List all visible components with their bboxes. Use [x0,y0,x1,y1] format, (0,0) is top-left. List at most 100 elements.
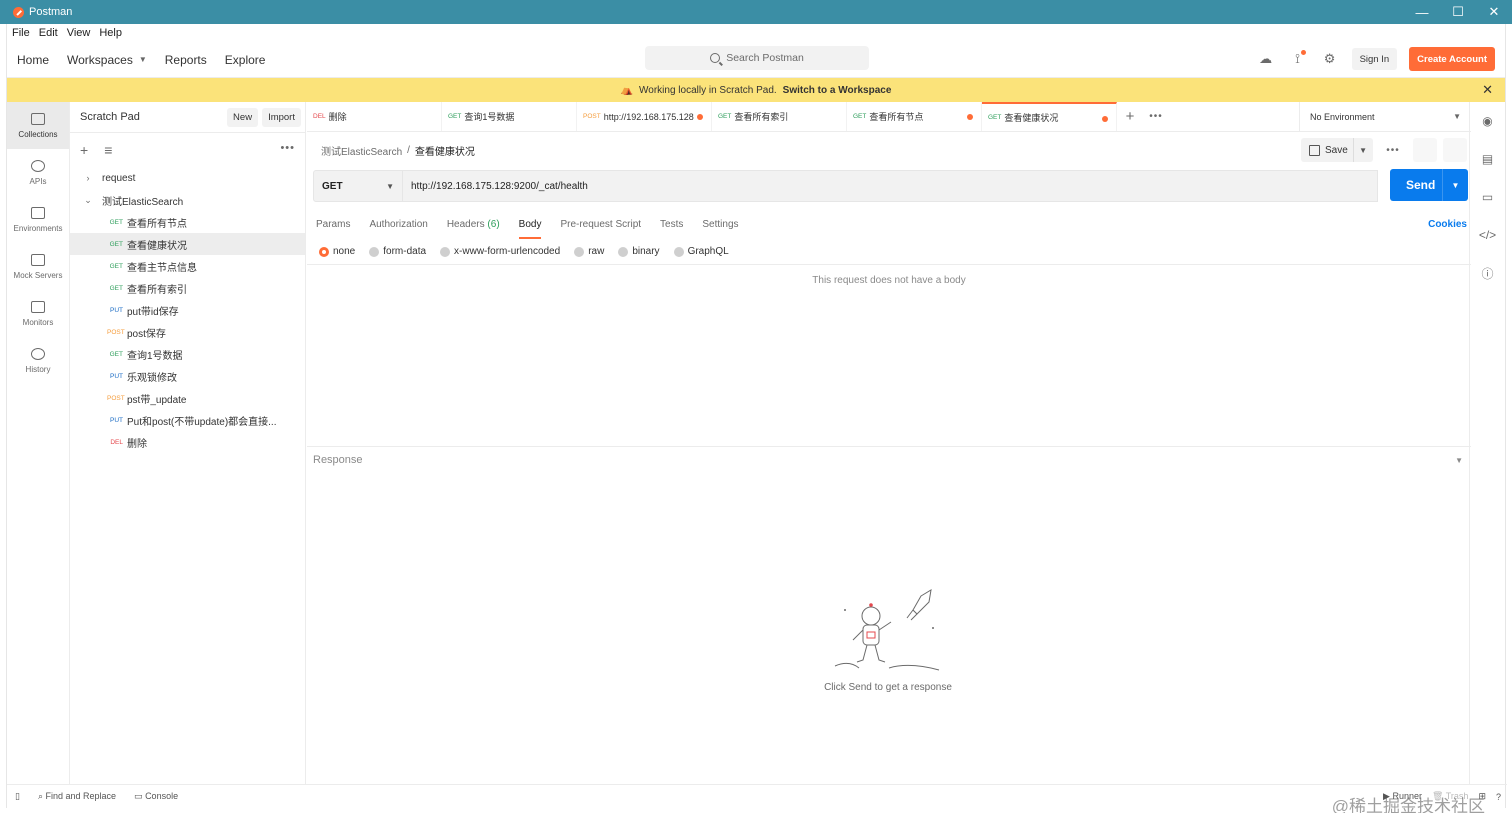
window-titlebar: Postman — ☐ ✕ [0,0,1512,24]
radio-form-data[interactable]: form-data [369,246,426,257]
toggle-sidebar-icon[interactable]: ▯ [15,791,20,802]
method-select[interactable]: GET ▼ [313,170,403,202]
cookies-link[interactable]: Cookies [1428,219,1467,230]
request-item[interactable]: GET 查看所有索引 [70,277,305,299]
comment-icon[interactable] [1443,138,1467,162]
tab-item-active[interactable]: GET 查看健康状况 [982,102,1117,131]
console-icon: ▭ [134,791,146,801]
collection-item[interactable]: › request [70,167,305,189]
find-replace-button[interactable]: ⌕ Find and Replace [38,791,116,802]
menu-edit[interactable]: Edit [39,27,58,39]
request-item[interactable]: PUT 乐观锁修改 [70,365,305,387]
left-rail: Collections APIs Environments Mock Serve… [7,102,70,784]
tab-headers-label: Headers [446,218,485,230]
menu-help[interactable]: Help [99,27,122,39]
menu-view[interactable]: View [67,27,91,39]
tab-body[interactable]: Body [518,219,541,239]
code-icon[interactable]: </> [1479,216,1496,254]
nav-explore[interactable]: Explore [225,53,266,67]
rail-history[interactable]: History [7,337,69,384]
send-label: Send [1406,178,1436,192]
console-button[interactable]: ▭ Console [134,791,178,802]
request-item[interactable]: DEL 删除 [70,431,305,453]
request-item[interactable]: PUT put带id保存 [70,299,305,321]
nav-home[interactable]: Home [17,53,49,67]
collection-item[interactable]: ⌄ 测试ElasticSearch [70,189,305,211]
radio-x-www-form-urlencoded[interactable]: x-www-form-urlencoded [440,246,560,257]
request-item[interactable]: GET 查看主节点信息 [70,255,305,277]
request-item[interactable]: GET 查看健康状况 [70,233,305,255]
nav-reports[interactable]: Reports [165,53,207,67]
close-banner-icon[interactable]: ✕ [1482,82,1493,98]
eye-icon[interactable]: ◉ [1482,102,1492,140]
breadcrumb-collection[interactable]: 测试ElasticSearch [321,143,402,158]
help-icon[interactable]: ? [1496,792,1501,802]
tab-item[interactable]: GET 查询1号数据 [442,102,577,131]
tab-tests[interactable]: Tests [660,219,683,230]
filter-icon[interactable]: ≡ [104,142,112,158]
search-input[interactable]: Search Postman [645,46,869,70]
environment-select[interactable]: No Environment ▼ [1299,102,1471,131]
request-item[interactable]: POST post保存 [70,321,305,343]
more-options-icon[interactable]: ••• [280,142,295,154]
import-button[interactable]: Import [262,108,301,127]
create-account-button[interactable]: Create Account [1409,47,1495,71]
tab-settings[interactable]: Settings [702,219,738,230]
breadcrumb-request[interactable]: 查看健康状况 [415,143,475,158]
request-item[interactable]: GET 查看所有节点 [70,211,305,233]
switch-workspace-link[interactable]: Switch to a Workspace [783,85,892,96]
maximize-button[interactable]: ☐ [1440,0,1476,24]
tab-item[interactable]: GET 查看所有索引 [712,102,847,131]
request-item[interactable]: POST pst带_update [70,387,305,409]
radio-raw[interactable]: raw [574,246,604,257]
collection-name: request [102,172,136,184]
chevron-down-icon[interactable]: ▼ [1442,169,1468,201]
minimize-button[interactable]: — [1404,0,1440,24]
radio-binary[interactable]: binary [618,246,660,257]
rail-mock-servers[interactable]: Mock Servers [7,243,69,290]
close-window-button[interactable]: ✕ [1476,0,1512,24]
request-item[interactable]: PUT Put和post(不带update)都会直接... [70,409,305,431]
radio-graphql[interactable]: GraphQL [673,246,729,257]
rail-collections[interactable]: Collections [7,102,69,149]
satellite-icon[interactable]: ⟟ [1288,49,1308,69]
tab-headers[interactable]: Headers (6) [447,219,500,230]
more-options-icon[interactable]: ••• [1379,145,1407,156]
tab-params[interactable]: Params [316,219,350,230]
chevron-down-icon[interactable]: ▼ [1353,138,1367,162]
unsaved-dot [697,114,703,120]
sign-in-button[interactable]: Sign In [1351,48,1398,70]
rail-monitors[interactable]: Monitors [7,290,69,337]
tab-item[interactable]: POST http://192.168.175.128 [577,102,712,131]
radio-none[interactable]: none [319,246,355,257]
tab-pre-request-script[interactable]: Pre-request Script [560,219,641,230]
app-header: Home Workspaces ▼ Reports Explore Search … [7,42,1505,78]
save-button[interactable]: Save ▼ [1301,138,1373,162]
rail-environments[interactable]: Environments [7,196,69,243]
notification-badge [1300,50,1306,55]
monitors-icon [31,300,45,313]
response-header[interactable]: Response ▼ [307,447,1471,473]
tab-item[interactable]: GET 查看所有节点 [847,102,982,131]
tab-item[interactable]: DEL 删除 [307,102,442,131]
new-button[interactable]: New [227,108,259,127]
menu-file[interactable]: File [12,27,30,39]
settings-gear-icon[interactable]: ⚙ [1320,49,1340,69]
nav-workspaces[interactable]: Workspaces ▼ [67,53,147,67]
more-tabs-icon[interactable]: ••• [1143,102,1169,131]
info-icon[interactable]: ⓘ [1481,254,1493,292]
send-button[interactable]: Send ▼ [1390,169,1468,201]
documentation-icon[interactable]: ▤ [1482,140,1493,178]
sidebar-header: Scratch Pad New Import [70,102,305,133]
method-badge: POST [107,328,125,336]
comments-icon[interactable]: ▭ [1482,178,1493,216]
new-tab-icon[interactable]: + [1117,102,1143,131]
url-input[interactable]: http://192.168.175.128:9200/_cat/health [403,170,1378,202]
rail-apis[interactable]: APIs [7,149,69,196]
method-badge: POST [107,394,125,402]
add-collection-icon[interactable]: + [80,142,88,158]
cloud-sync-icon[interactable]: ☁ [1256,49,1276,69]
request-item[interactable]: GET 查询1号数据 [70,343,305,365]
edit-icon[interactable] [1413,138,1437,162]
tab-authorization[interactable]: Authorization [369,219,427,230]
